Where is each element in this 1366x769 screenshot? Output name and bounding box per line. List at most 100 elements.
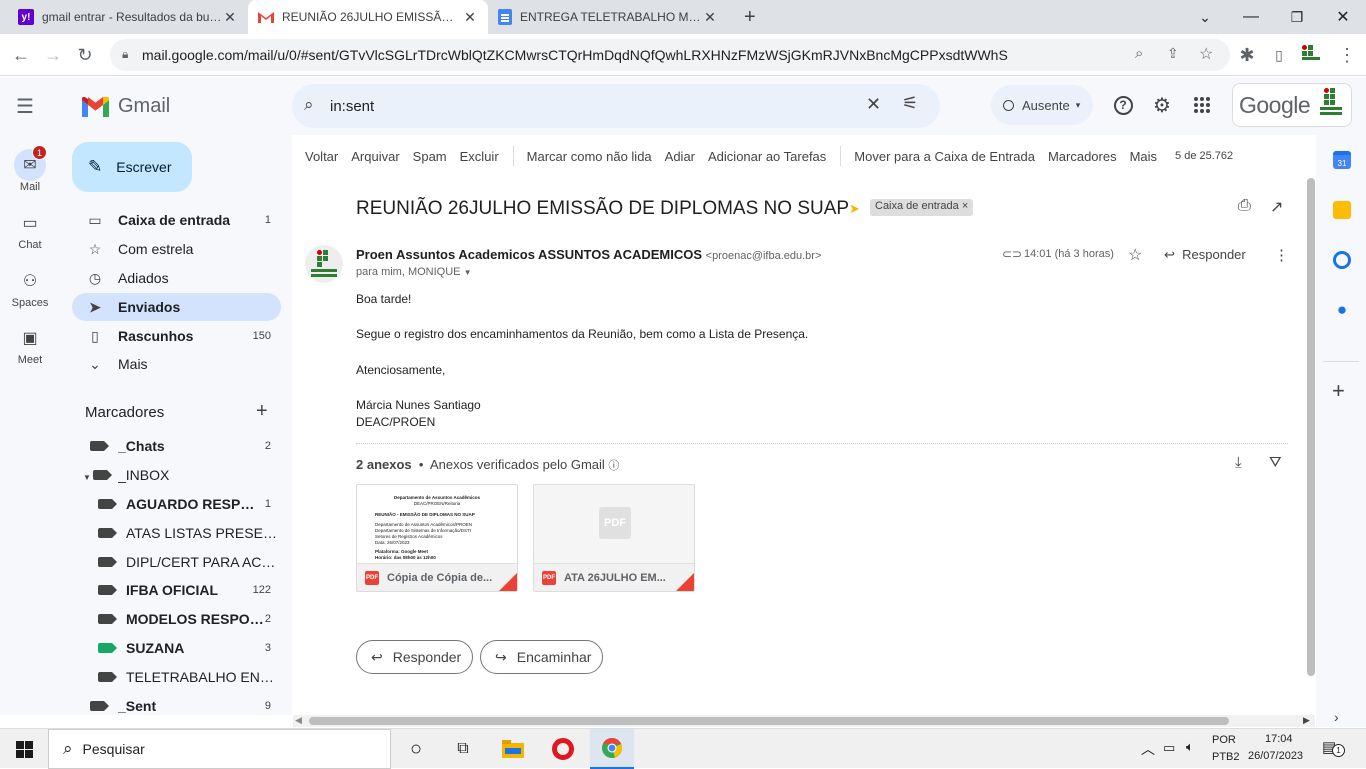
label-item[interactable]: SUZANA 3 [80,634,281,662]
close-tab-icon[interactable]: ✕ [462,9,478,26]
sender-avatar[interactable] [305,245,343,283]
sidebar-item-more[interactable]: ⌄ Mais [72,350,281,378]
chevron-down-icon[interactable]: ▼ [464,268,472,277]
taskbar-search[interactable]: ⌕ Pesquisar [48,729,391,769]
label-item[interactable]: DIPL/CERT PARA ACOMPANHAR [80,548,281,576]
sidebar-item-inbox[interactable]: ▭ Caixa de entrada 1 [72,206,281,234]
horizontal-scrollbar[interactable]: ◀ ▶ [293,715,1315,727]
rail-spaces[interactable]: ⚇ Spaces [0,265,60,309]
file-explorer-icon[interactable] [491,729,535,769]
vertical-scrollbar[interactable] [1307,178,1315,676]
opera-icon[interactable] [541,729,585,769]
print-icon[interactable]: ⎙ [1238,197,1251,215]
delete-button[interactable]: Excluir [460,149,499,164]
hide-panel-icon[interactable]: › [1334,709,1339,725]
close-tab-icon[interactable]: ✕ [222,9,238,26]
reload-icon[interactable]: ↻ [70,40,100,70]
download-all-icon[interactable]: ⤓ [1235,454,1242,471]
volume-mute-icon[interactable]: 🔈︎ [1186,739,1194,755]
search-bar[interactable]: ⌕ ✕ ⚟ [292,84,940,128]
sidebar-item-snoozed[interactable]: ◷ Adiados [72,264,281,292]
mark-unread-button[interactable]: Marcar como não lida [527,149,652,164]
tray-expand-icon[interactable]: ︿ [1141,739,1155,759]
help-icon[interactable]: ? [1109,91,1137,119]
window-close-button[interactable]: ✕ [1320,0,1366,34]
zoom-icon[interactable]: ⌕ [1135,45,1143,62]
restore-button[interactable]: ❐ [1274,0,1320,34]
rail-chat[interactable]: ▭ Chat [0,207,60,251]
label-item[interactable]: IFBA OFICIAL 122 [80,576,281,604]
gmail-logo-icon[interactable] [82,97,109,117]
address-bar[interactable]: 🔒︎ mail.google.com/mail/u/0/#sent/GTvVlc… [110,39,1230,71]
add-to-tasks-button[interactable]: Adicionar ao Tarefas [708,149,826,164]
notifications-icon[interactable]: ▤ 1 [1322,738,1345,757]
scrollbar-thumb[interactable] [309,717,1229,725]
extensions-icon[interactable]: ✱ [1232,40,1262,70]
label-item[interactable]: MODELOS RESPOSTA 2 [80,605,281,633]
labels-button[interactable]: Marcadores [1048,149,1117,164]
settings-gear-icon[interactable]: ⚙ [1148,91,1176,119]
tasks-icon[interactable] [1333,251,1351,269]
bookmark-star-icon[interactable]: ☆ [1199,44,1213,64]
contacts-icon[interactable]: ● [1333,301,1351,319]
label-item[interactable]: _Sent 9 [72,692,281,715]
language-indicator[interactable]: POR [1212,734,1236,746]
scroll-left-icon[interactable]: ◀ [295,715,302,726]
forward-arrow-icon[interactable]: → [38,40,68,70]
recipients-line[interactable]: para mim, MONIQUE ▼ [356,266,472,278]
back-arrow-icon[interactable]: ← [6,40,36,70]
add-label-icon[interactable]: + [256,400,268,423]
search-input[interactable] [330,97,830,115]
search-icon[interactable]: ⌕ [304,95,314,115]
star-icon[interactable]: ☆ [1128,245,1142,265]
chrome-icon[interactable] [590,729,634,769]
forward-button[interactable]: ↪ Encaminhar [480,640,603,674]
calendar-icon[interactable]: 31 [1333,151,1351,169]
clock-date[interactable]: 26/07/2023 [1248,750,1303,762]
sidebar-item-sent[interactable]: ➤ Enviados [72,293,281,321]
search-options-icon[interactable]: ⚟ [902,93,918,114]
apps-grid-icon[interactable] [1188,91,1216,119]
expand-arrow-icon[interactable]: ▼ [83,473,91,482]
battery-icon[interactable]: ▭ [1163,740,1175,756]
clock-time[interactable]: 17:04 [1265,733,1293,745]
label-item[interactable]: ATAS LISTAS PRESENÇA [80,519,281,547]
importance-marker-icon[interactable]: ➤ [849,201,860,217]
open-new-window-icon[interactable]: ↗ [1270,197,1283,217]
tab-gmail[interactable]: REUNIÃO 26JULHO EMISSÃO DE DIPLOMAS ✕ [248,0,488,34]
more-button[interactable]: Mais [1130,149,1157,164]
attachment-card[interactable]: PDF PDF ATA 26JULHO EM... [533,484,695,592]
rail-meet[interactable]: ▣ Meet [0,322,60,366]
keyboard-layout[interactable]: PTB2 [1212,751,1240,763]
info-icon[interactable]: ⓘ [608,460,619,472]
back-button[interactable]: Voltar [305,149,338,164]
share-icon[interactable]: ⇪ [1167,45,1179,62]
sidebar-item-starred[interactable]: ☆ Com estrela [72,235,281,263]
sidebar-item-drafts[interactable]: ▯ Rascunhos 150 [72,322,281,350]
remove-label-icon[interactable]: × [962,200,968,212]
inbox-label-chip[interactable]: Caixa de entrada × [870,199,974,216]
reply-header-button[interactable]: ↩ Responder [1164,247,1246,263]
tab-search-icon[interactable]: ⌄ [1182,0,1228,34]
main-menu-icon[interactable]: ☰ [16,94,34,119]
label-item[interactable]: _Chats 2 [72,432,281,460]
rail-mail[interactable]: ✉ 1 Mail [0,145,60,193]
tab-docs[interactable]: ENTREGA TELETRABALHO MARÇO ✕ [488,0,728,34]
profile-avatar[interactable] [1296,40,1326,70]
clear-search-icon[interactable]: ✕ [866,94,881,115]
windows-start-icon[interactable] [2,729,46,769]
archive-button[interactable]: Arquivar [351,149,399,164]
cortana-icon[interactable]: ○ [394,729,438,769]
label-item[interactable]: AGUARDO RESPOSTA 1 [80,490,281,518]
compose-button[interactable]: ✎ Escrever [72,142,192,192]
new-tab-button[interactable]: + [734,0,764,34]
google-account-badge[interactable]: Google [1232,83,1352,127]
label-item[interactable]: TELETRABALHO ENTREGA [80,663,281,691]
snooze-button[interactable]: Adiar [665,149,695,164]
browser-menu-icon[interactable]: ⋮ [1332,40,1362,70]
status-dropdown[interactable]: Ausente ▾ [991,85,1093,125]
spam-button[interactable]: Spam [413,149,447,164]
reply-button[interactable]: ↩ Responder [356,640,473,674]
save-to-drive-icon[interactable]: ⛛ [1269,454,1282,471]
move-to-inbox-button[interactable]: Mover para a Caixa de Entrada [854,149,1035,164]
